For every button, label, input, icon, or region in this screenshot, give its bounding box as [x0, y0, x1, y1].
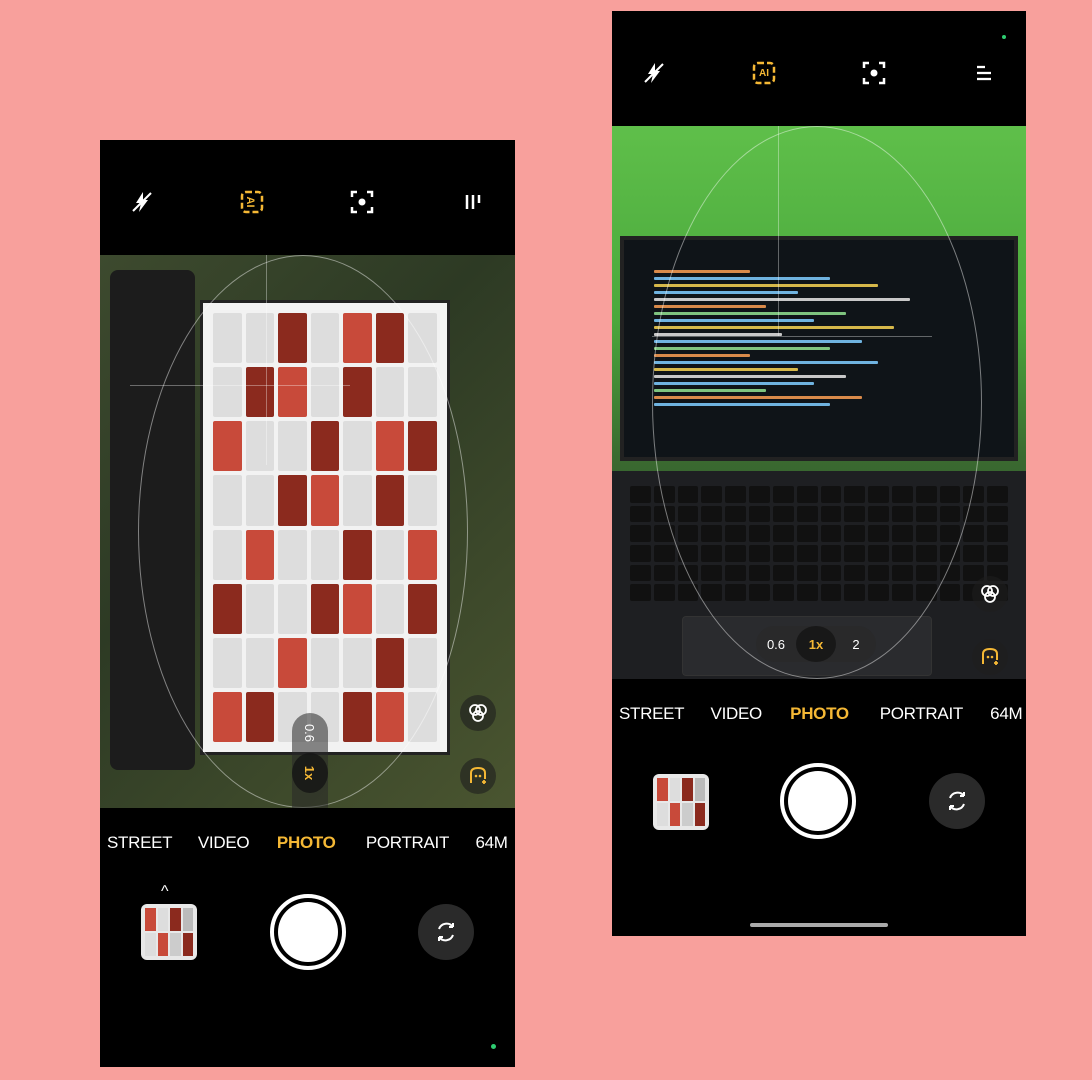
ai-scene-icon[interactable]: AI — [750, 59, 778, 87]
left-viewfinder[interactable]: 0.6 1x 2 — [100, 255, 515, 808]
filter-icon — [469, 704, 487, 722]
svg-text:AI: AI — [244, 197, 256, 208]
ai-scene-icon[interactable]: AI — [238, 188, 266, 216]
zoom-1x[interactable]: 1x — [796, 626, 836, 662]
zoom-2[interactable]: 2 — [836, 626, 876, 662]
right-phone-camera: AI 0.6 1x 2 STREET VIDEO PHOTO PORTRAIT … — [612, 11, 1026, 936]
grid-line — [652, 336, 932, 337]
grid-line — [778, 126, 779, 336]
left-topbar: AI — [100, 140, 515, 255]
switch-camera-icon — [438, 922, 454, 942]
menu-icon[interactable] — [970, 59, 998, 87]
grid-line — [266, 255, 267, 465]
beauty-button[interactable] — [972, 639, 1008, 675]
right-viewfinder[interactable]: 0.6 1x 2 — [612, 126, 1026, 679]
mode-64m[interactable]: 64M — [990, 704, 1026, 724]
switch-camera-button[interactable] — [929, 773, 985, 829]
mode-video[interactable]: VIDEO — [198, 833, 277, 853]
mode-portrait[interactable]: PORTRAIT — [880, 704, 990, 724]
flash-off-icon[interactable] — [128, 188, 156, 216]
focus-icon[interactable] — [860, 59, 888, 87]
left-phone-camera: AI 0.6 1x 2 — [100, 140, 515, 1067]
menu-icon[interactable] — [460, 188, 488, 216]
zoom-0.6[interactable]: 0.6 — [292, 713, 328, 753]
beauty-icon — [982, 647, 998, 665]
focus-icon[interactable] — [348, 188, 376, 216]
gallery-thumbnail[interactable] — [141, 904, 197, 960]
grid-line — [130, 385, 350, 386]
switch-camera-button[interactable] — [418, 904, 474, 960]
right-zoom-selector: 0.6 1x 2 — [756, 626, 876, 662]
beauty-button[interactable] — [460, 758, 496, 794]
filter-button[interactable] — [972, 576, 1008, 612]
mode-street[interactable]: STREET — [107, 833, 198, 853]
filter-button[interactable] — [460, 695, 496, 731]
flash-off-icon[interactable] — [640, 59, 668, 87]
mode-portrait[interactable]: PORTRAIT — [366, 833, 476, 853]
switch-camera-icon — [949, 791, 965, 811]
mode-64m[interactable]: 64M — [475, 833, 515, 853]
home-indicator[interactable] — [750, 923, 888, 927]
filter-icon — [981, 585, 999, 603]
gallery-thumbnail[interactable] — [653, 774, 709, 830]
right-topbar: AI — [612, 11, 1026, 126]
drawer-handle-icon[interactable]: ^ — [161, 883, 169, 901]
shutter-button[interactable] — [780, 763, 856, 839]
ai-badge-label: AI — [759, 67, 769, 79]
mode-video[interactable]: VIDEO — [711, 704, 791, 724]
privacy-indicator — [491, 1044, 496, 1049]
right-mode-selector: STREET VIDEO PHOTO PORTRAIT 64M — [619, 704, 1026, 724]
left-zoom-selector: 0.6 1x 2 — [292, 713, 328, 808]
zoom-2[interactable]: 2 — [292, 793, 328, 808]
left-mode-selector: STREET VIDEO PHOTO PORTRAIT 64M — [107, 833, 515, 853]
mode-photo[interactable]: PHOTO — [277, 833, 366, 853]
mode-photo[interactable]: PHOTO — [790, 704, 880, 724]
zoom-1x[interactable]: 1x — [292, 753, 328, 793]
zoom-0.6[interactable]: 0.6 — [756, 626, 796, 662]
mode-street[interactable]: STREET — [619, 704, 711, 724]
level-guide-circle — [652, 126, 982, 679]
shutter-button[interactable] — [270, 894, 346, 970]
beauty-icon — [470, 766, 486, 784]
